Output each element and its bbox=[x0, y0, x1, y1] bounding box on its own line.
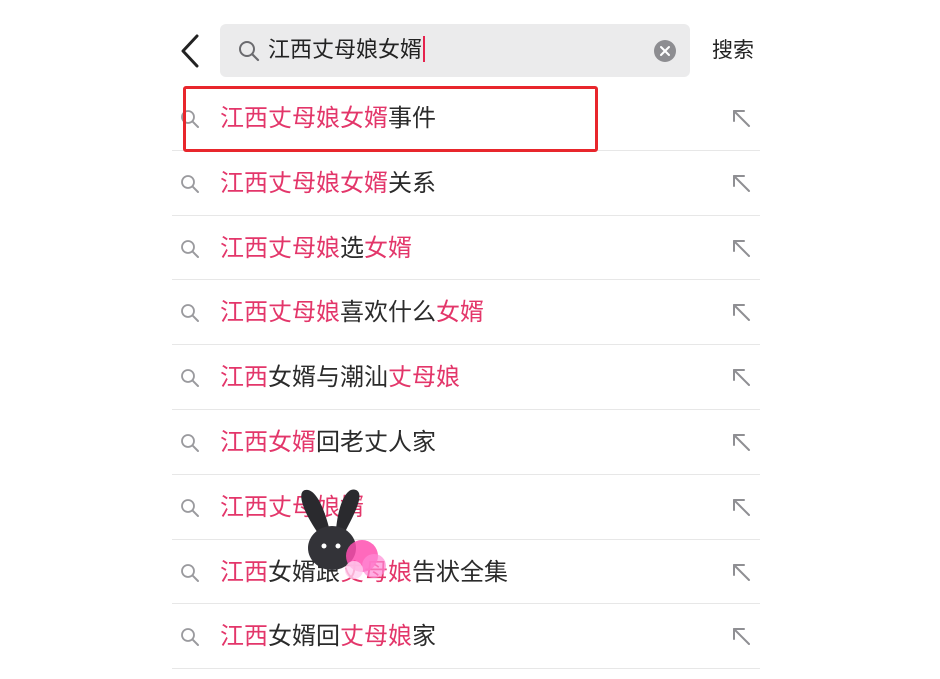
suggestion-text: 江西丈母娘选女婿 bbox=[220, 216, 412, 280]
suggestion-text: 江西女婿回丈母娘家 bbox=[220, 604, 436, 668]
suggestion-plain-text: 喜欢什么 bbox=[340, 298, 436, 327]
suggestion-row[interactable]: 江西女婿回老丈人家 bbox=[172, 410, 760, 475]
suggestion-plain-text: 选 bbox=[340, 233, 364, 262]
arrow-up-left-icon[interactable] bbox=[730, 431, 752, 453]
suggestion-row[interactable]: 江西丈母娘婿 bbox=[172, 475, 760, 540]
search-icon bbox=[181, 628, 199, 647]
back-button[interactable] bbox=[172, 30, 208, 72]
suggestion-text: 江西女婿与潮汕丈母娘 bbox=[220, 345, 460, 409]
suggestion-match-text: 婿 bbox=[340, 492, 364, 521]
search-input[interactable]: 江西丈母娘女婿 bbox=[220, 24, 690, 77]
search-screen: 江西丈母娘女婿 搜索 江西丈母娘女婿事件 江西丈母娘女婿关系 江西丈母娘选女婿 江西丈… bbox=[0, 0, 940, 679]
arrow-up-left-icon[interactable] bbox=[730, 496, 752, 518]
suggestion-text: 江西丈母娘女婿关系 bbox=[220, 151, 436, 215]
suggestion-text: 江西丈母娘女婿事件 bbox=[220, 86, 436, 150]
suggestion-plain-text: 家 bbox=[412, 622, 436, 651]
suggestion-match-text: 江西丈母娘 bbox=[220, 298, 340, 327]
suggestion-text: 江西女婿跟丈母娘告状全集 bbox=[220, 540, 508, 604]
search-icon bbox=[181, 304, 199, 323]
suggestion-plain-text: 告状全集 bbox=[412, 557, 508, 586]
suggestion-plain-text: 女婿与潮汕 bbox=[268, 363, 388, 392]
clear-button[interactable] bbox=[654, 40, 676, 62]
suggestion-text: 江西丈母娘婿 bbox=[220, 475, 364, 539]
arrow-up-left-icon[interactable] bbox=[730, 172, 752, 194]
suggestion-plain-text: 女婿跟 bbox=[268, 557, 340, 586]
suggestion-text: 江西女婿回老丈人家 bbox=[220, 410, 436, 474]
arrow-up-left-icon[interactable] bbox=[730, 366, 752, 388]
suggestion-match-text: 丈母娘 bbox=[340, 557, 412, 586]
suggestion-plain-text: 回老丈人家 bbox=[316, 427, 436, 456]
search-icon bbox=[181, 434, 199, 452]
suggestion-text: 江西丈母娘喜欢什么女婿 bbox=[220, 280, 484, 344]
suggestion-plain-text: 关系 bbox=[388, 168, 436, 197]
suggestion-row[interactable]: 江西女婿跟丈母娘告状全集 bbox=[172, 540, 760, 605]
arrow-up-left-icon[interactable] bbox=[730, 237, 752, 259]
suggestion-match-text: 江西 bbox=[220, 622, 268, 651]
search-icon bbox=[239, 41, 260, 62]
suggestion-match-text: 丈母娘 bbox=[340, 622, 412, 651]
search-icon bbox=[181, 369, 199, 388]
suggestion-match-text: 江西 bbox=[220, 557, 268, 586]
clear-circle-icon bbox=[660, 46, 670, 56]
suggestion-match-text: 江西丈母娘 bbox=[220, 233, 340, 262]
suggestion-row[interactable]: 江西丈母娘喜欢什么女婿 bbox=[172, 280, 760, 346]
suggestion-list: 江西丈母娘女婿事件 江西丈母娘女婿关系 江西丈母娘选女婿 江西丈母娘喜欢什么女婿 江西女… bbox=[172, 86, 760, 670]
search-query-value: 江西丈母娘女婿 bbox=[268, 38, 423, 63]
suggestion-match-text: 江西 bbox=[220, 363, 268, 392]
search-button[interactable]: 搜索 bbox=[712, 24, 754, 77]
suggestion-match-text: 女婿 bbox=[436, 298, 484, 327]
arrow-up-left-icon[interactable] bbox=[730, 301, 752, 323]
chevron-left-icon bbox=[181, 34, 199, 68]
suggestion-match-text: 江西丈母娘 bbox=[220, 492, 340, 521]
search-icon bbox=[181, 174, 199, 193]
arrow-up-left-icon[interactable] bbox=[730, 107, 752, 129]
suggestion-row[interactable]: 江西女婿与潮汕丈母娘 bbox=[172, 345, 760, 410]
suggestion-plain-text: 女婿回 bbox=[268, 622, 340, 651]
suggestion-plain-text: 事件 bbox=[388, 104, 436, 132]
suggestion-row[interactable]: 江西丈母娘女婿关系 bbox=[172, 151, 760, 216]
suggestion-match-text: 丈母娘 bbox=[388, 363, 460, 392]
suggestion-match-text: 江西丈母娘女婿 bbox=[220, 104, 388, 132]
suggestion-match-text: 江西丈母娘女婿 bbox=[220, 168, 388, 197]
suggestion-row[interactable]: 江西丈母娘选女婿 bbox=[172, 216, 760, 281]
suggestion-row[interactable]: 江西女婿回丈母娘家 bbox=[172, 604, 760, 670]
suggestion-row[interactable]: 江西丈母娘女婿事件 bbox=[172, 86, 760, 151]
text-cursor bbox=[423, 36, 426, 62]
arrow-up-left-icon[interactable] bbox=[730, 561, 752, 583]
search-icon bbox=[181, 563, 199, 582]
search-query-text: 江西丈母娘女婿 bbox=[268, 24, 426, 77]
arrow-up-left-icon[interactable] bbox=[730, 625, 752, 647]
search-icon bbox=[181, 239, 199, 258]
suggestion-match-text: 江西女婿 bbox=[220, 427, 316, 456]
suggestion-match-text: 女婿 bbox=[364, 233, 412, 262]
search-icon bbox=[181, 498, 199, 517]
search-icon bbox=[181, 110, 199, 128]
